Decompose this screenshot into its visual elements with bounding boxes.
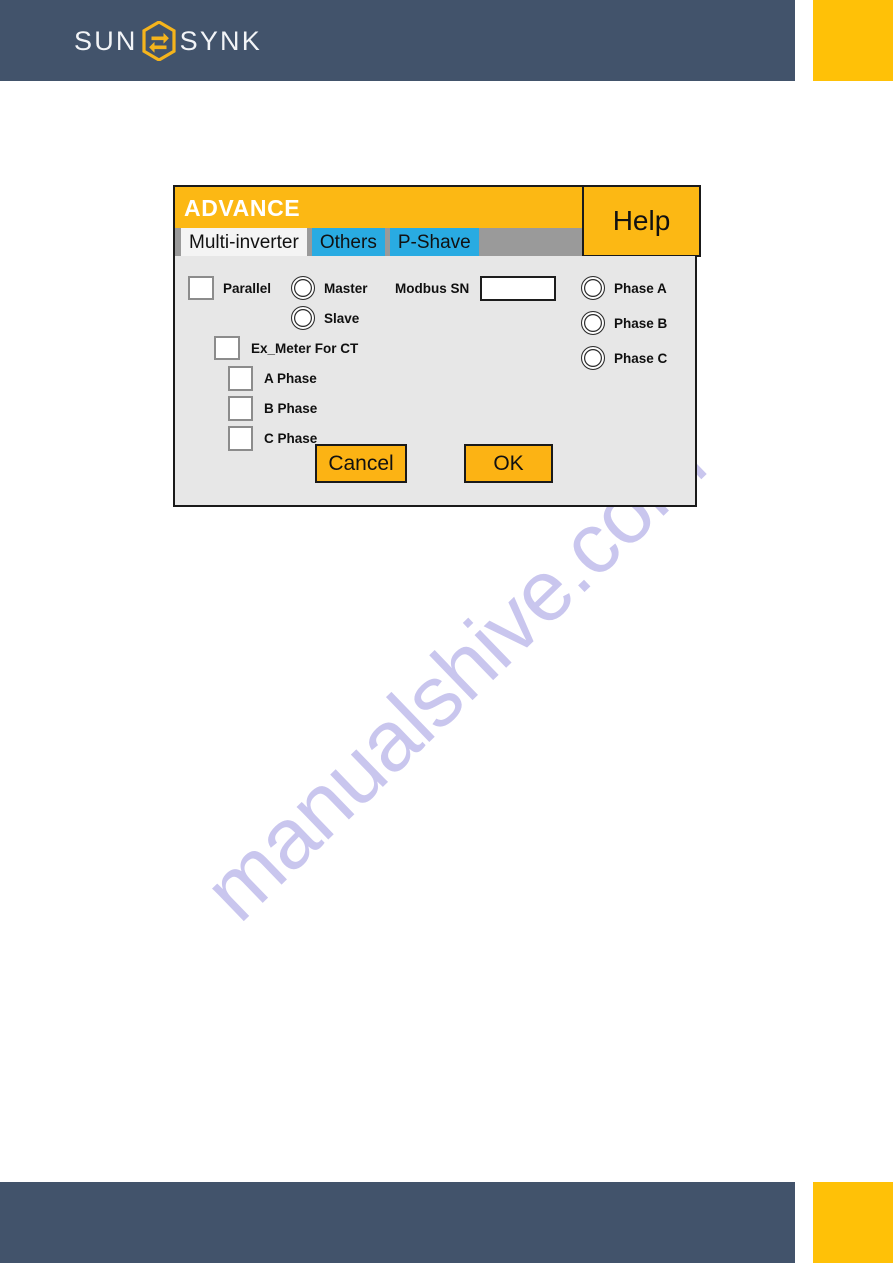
dialog-title: ADVANCE <box>184 195 301 221</box>
ok-button[interactable]: OK <box>464 444 553 483</box>
phase-b-radio[interactable] <box>581 311 605 335</box>
b-phase-row: B Phase <box>228 396 317 421</box>
c-phase-row: C Phase <box>228 426 317 451</box>
master-row: Master <box>291 276 368 300</box>
phase-b-label: Phase B <box>614 315 668 331</box>
phase-c-radio[interactable] <box>581 346 605 370</box>
ex-meter-for-ct-row: Ex_Meter For CT <box>214 336 358 360</box>
phase-c-label: Phase C <box>614 350 668 366</box>
phase-c-row: Phase C <box>581 346 667 370</box>
phase-a-row: Phase A <box>581 276 667 300</box>
master-label: Master <box>324 280 368 296</box>
slave-row: Slave <box>291 306 359 330</box>
modbus-sn-label: Modbus SN <box>395 281 470 296</box>
slave-label: Slave <box>324 310 360 326</box>
logo-text-synk: SYNK <box>179 25 262 56</box>
dialog-body: Parallel Master Slave Modbus SN Phase A … <box>175 256 695 505</box>
dialog-titlebar: ADVANCE <box>175 187 584 228</box>
phase-b-row: Phase B <box>581 311 667 335</box>
modbus-sn-row: Modbus SN <box>395 276 557 301</box>
ex-meter-for-ct-label: Ex_Meter For CT <box>251 340 359 356</box>
sunsynk-hexagon-sync-icon <box>142 21 176 61</box>
page-header-accent-block <box>813 0 893 81</box>
a-phase-row: A Phase <box>228 366 317 391</box>
b-phase-label: B Phase <box>264 401 318 416</box>
master-radio[interactable] <box>291 276 315 300</box>
slave-radio[interactable] <box>291 306 315 330</box>
page-footer-accent-block <box>813 1182 893 1263</box>
modbus-sn-input[interactable] <box>480 276 557 301</box>
c-phase-checkbox[interactable] <box>228 426 253 451</box>
b-phase-checkbox[interactable] <box>228 396 253 421</box>
tab-p-shave[interactable]: P-Shave <box>389 228 479 256</box>
a-phase-checkbox[interactable] <box>228 366 253 391</box>
phase-a-label: Phase A <box>614 280 667 296</box>
help-button[interactable]: Help <box>582 185 701 257</box>
a-phase-label: A Phase <box>264 371 317 386</box>
advance-settings-dialog: ADVANCE Help Multi-inverter Others P-Sha… <box>173 185 701 507</box>
cancel-button[interactable]: Cancel <box>315 444 407 483</box>
parallel-checkbox[interactable] <box>188 276 214 300</box>
ex-meter-for-ct-checkbox[interactable] <box>214 336 240 360</box>
logo-text-sun: SUN <box>74 25 138 56</box>
tab-others[interactable]: Others <box>311 228 385 256</box>
tab-multi-inverter[interactable]: Multi-inverter <box>181 228 307 256</box>
dialog-tabstrip: Multi-inverter Others P-Shave <box>175 228 582 256</box>
parallel-row: Parallel <box>188 276 271 300</box>
phase-a-radio[interactable] <box>581 276 605 300</box>
page-footer-bar <box>0 1182 795 1263</box>
sunsynk-logo: SUN SYNK <box>74 19 262 63</box>
parallel-label: Parallel <box>223 280 272 296</box>
c-phase-label: C Phase <box>264 431 318 446</box>
